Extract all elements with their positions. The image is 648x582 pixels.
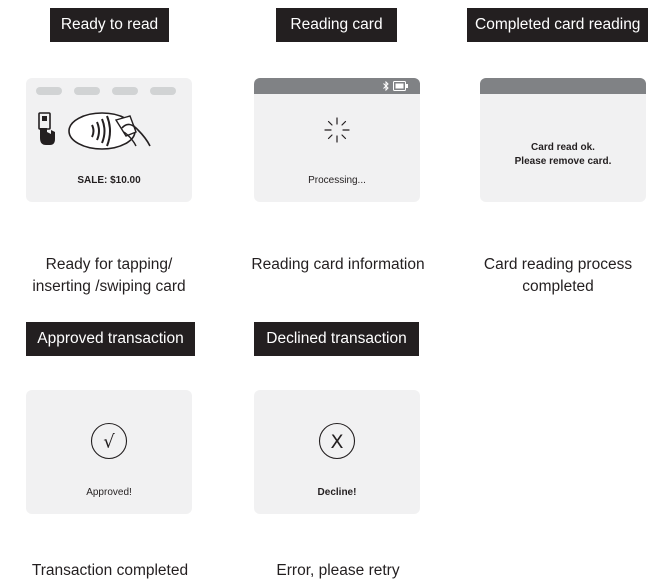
status-bar — [480, 78, 646, 94]
completed-screen: Card read ok. Please remove card. — [480, 78, 646, 202]
reading-card-label: Reading card — [276, 8, 397, 42]
reading-caption-line1: Reading card information — [251, 256, 425, 273]
declined-screen: X Decline! — [254, 390, 420, 514]
card-read-ok-text: Card read ok. — [531, 142, 595, 153]
check-circle-icon: √ — [90, 422, 128, 460]
indicator-light — [112, 87, 138, 95]
ready-caption-line1: Ready for tapping/ — [45, 256, 173, 273]
bluetooth-icon — [383, 81, 389, 91]
sale-amount: SALE: $10.00 — [77, 175, 141, 186]
indicator-light — [150, 87, 176, 95]
x-circle-icon: X — [318, 422, 356, 460]
loading-spinner-icon — [324, 117, 350, 143]
completed-caption: Card reading process completed — [470, 254, 646, 298]
svg-text:√: √ — [103, 432, 115, 453]
declined-transaction-label: Declined transaction — [254, 322, 419, 356]
status-bar — [254, 78, 420, 94]
reading-screen: Processing... — [254, 78, 420, 202]
battery-icon — [393, 81, 408, 91]
completed-caption-line2: completed — [522, 278, 594, 295]
contactless-tap-icon — [68, 112, 151, 150]
approved-text: Approved! — [86, 487, 132, 498]
approved-transaction-label: Approved transaction — [26, 322, 195, 356]
ready-caption-line2: inserting /swiping card — [32, 278, 186, 295]
processing-text: Processing... — [308, 175, 366, 186]
indicator-light — [74, 87, 100, 95]
indicator-light — [36, 87, 62, 95]
reading-caption: Reading card information — [240, 254, 436, 276]
approved-screen: √ Approved! — [26, 390, 192, 514]
svg-text:X: X — [330, 431, 343, 453]
ready-screen: SALE: $10.00 — [26, 78, 192, 202]
completed-card-reading-label: Completed card reading — [467, 8, 648, 42]
card-insert-icon — [38, 112, 55, 145]
decline-text: Decline! — [317, 487, 357, 498]
completed-caption-line1: Card reading process — [483, 256, 633, 273]
ready-to-read-label: Ready to read — [50, 8, 169, 42]
remove-card-text: Please remove card. — [514, 156, 612, 167]
ready-caption: Ready for tapping/ inserting /swiping ca… — [10, 254, 208, 298]
